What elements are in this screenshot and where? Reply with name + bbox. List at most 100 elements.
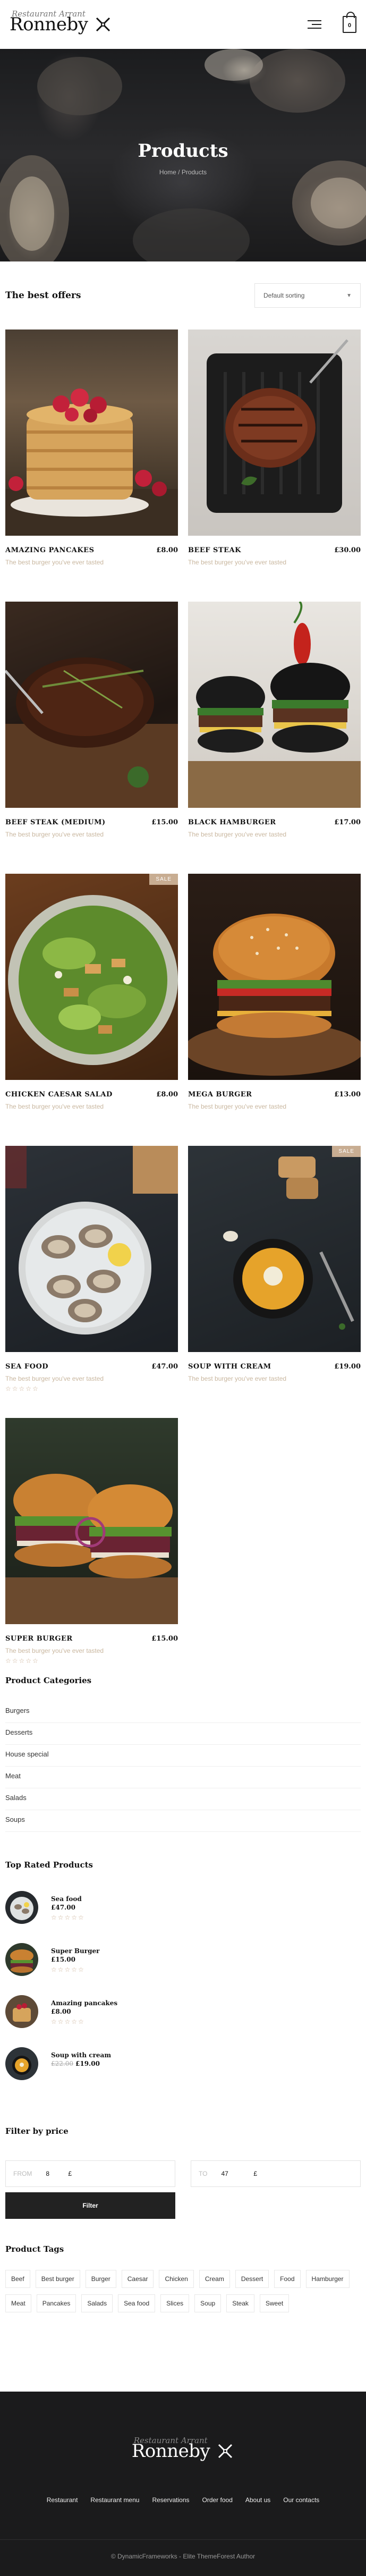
tag-item[interactable]: Salads xyxy=(81,2294,113,2312)
product-name[interactable]: Black hamburger xyxy=(188,818,276,826)
breadcrumb[interactable]: Home / Products xyxy=(0,168,366,176)
chevron-down-icon: ▼ xyxy=(346,292,352,299)
product-card: SALE Soup with cream £19.00 The best bur… xyxy=(188,1146,361,1418)
sort-select[interactable]: Default sorting ▼ xyxy=(254,283,361,308)
product-description: The best burger you've ever tasted xyxy=(188,831,287,838)
price-from-value: 8 xyxy=(46,2170,50,2177)
tag-item[interactable]: Chicken xyxy=(159,2270,194,2288)
product-image-super-burger[interactable] xyxy=(5,1418,178,1624)
product-card: Black hamburger £17.00 The best burger y… xyxy=(188,602,361,874)
product-name[interactable]: Super burger xyxy=(5,1635,73,1643)
category-item[interactable]: Salads xyxy=(5,1788,361,1810)
sale-badge: SALE xyxy=(149,874,178,885)
footer-link-restaurant[interactable]: Restaurant xyxy=(47,2496,78,2504)
filter-button[interactable]: Filter xyxy=(5,2192,175,2219)
tag-item[interactable]: Best burger xyxy=(35,2270,80,2288)
product-name[interactable]: Soup with cream xyxy=(188,1363,271,1371)
product-name[interactable]: Chicken Caesar salad xyxy=(5,1091,113,1099)
product-image-pancakes[interactable] xyxy=(5,330,178,536)
product-price: £13.00 xyxy=(334,1091,361,1099)
top-rated-name[interactable]: Super Burger xyxy=(51,1947,99,1955)
tag-item[interactable]: Pancakes xyxy=(36,2294,76,2312)
top-rated-thumb-soup[interactable] xyxy=(5,2047,38,2080)
product-description: The best burger you've ever tasted xyxy=(5,1103,104,1110)
product-image-beef-steak-medium[interactable] xyxy=(5,602,178,808)
tag-item[interactable]: Beef xyxy=(5,2270,30,2288)
tag-item[interactable]: Slices xyxy=(160,2294,190,2312)
product-card: Mega burger £13.00 The best burger you'v… xyxy=(188,874,361,1146)
product-rating: ☆☆☆☆☆ xyxy=(5,1385,39,1392)
product-price: £8.00 xyxy=(156,1091,178,1099)
product-image-caesar-salad[interactable]: SALE xyxy=(5,874,178,1080)
product-image-mega-burger[interactable] xyxy=(188,874,361,1080)
footer-logo[interactable]: Restaurant Arrant Ronneby xyxy=(0,2436,366,2462)
product-name[interactable]: Mega burger xyxy=(188,1091,252,1099)
price-to-field[interactable]: TO 47 £ xyxy=(191,2160,361,2187)
product-name[interactable]: Beef steak xyxy=(188,546,241,554)
brand-logo[interactable]: Restaurant Arrant Ronneby xyxy=(10,9,112,35)
tag-item[interactable]: Burger xyxy=(85,2270,116,2288)
page-title: Products xyxy=(138,140,228,162)
footer-link-restaurant-menu[interactable]: Restaurant menu xyxy=(90,2496,139,2504)
top-rated-name[interactable]: Amazing pancakes xyxy=(51,1999,117,2007)
price-filter-widget: Filter by price FROM 8 £ TO 47 £ Filter xyxy=(0,2126,366,2219)
tag-item[interactable]: Sweet xyxy=(259,2294,290,2312)
product-image-soup-with-cream[interactable]: SALE xyxy=(188,1146,361,1352)
footer-divider xyxy=(0,2539,366,2540)
tag-item[interactable]: Meat xyxy=(5,2294,31,2312)
cart-count: 0 xyxy=(347,22,352,29)
shopping-bag-icon[interactable]: 0 xyxy=(343,12,356,33)
top-rated-thumb-super-burger[interactable] xyxy=(5,1943,38,1976)
top-rated-widget: Top Rated Products Sea food £47.00 ☆☆☆☆☆… xyxy=(0,1860,366,2099)
top-rated-rating: ☆☆☆☆☆ xyxy=(51,2018,85,2025)
tag-item[interactable]: Food xyxy=(274,2270,301,2288)
category-item[interactable]: Meat xyxy=(5,1767,361,1788)
top-rated-name[interactable]: Sea food xyxy=(51,1895,85,1903)
top-rated-thumb-sea-food[interactable] xyxy=(5,1891,38,1924)
product-rating: ☆☆☆☆☆ xyxy=(5,1657,39,1665)
product-price: £17.00 xyxy=(334,818,361,826)
price-from-field[interactable]: FROM 8 £ xyxy=(5,2160,175,2187)
top-rated-price: £8.00 xyxy=(51,2008,71,2015)
top-rated-thumb-pancakes[interactable] xyxy=(5,1995,38,2028)
category-item[interactable]: House special xyxy=(5,1745,361,1767)
product-card: Beef steak £30.00 The best burger you've… xyxy=(188,330,361,602)
product-grid: Amazing pancakes £8.00 The best burger y… xyxy=(0,330,366,1690)
product-description: The best burger you've ever tasted xyxy=(5,1647,104,1654)
hamburger-menu-icon[interactable] xyxy=(308,18,321,31)
product-image-beef-steak[interactable] xyxy=(188,330,361,536)
product-name[interactable]: Sea food xyxy=(5,1363,48,1371)
footer-brand-script: Restaurant Arrant xyxy=(133,2436,208,2445)
product-name[interactable]: Amazing pancakes xyxy=(5,546,94,554)
product-tags-widget: Product Tags Beef Best burger Burger Cae… xyxy=(0,2244,366,2312)
sort-select-value: Default sorting xyxy=(263,292,305,299)
product-card: Sea food £47.00 The best burger you've e… xyxy=(5,1146,178,1418)
footer-link-about-us[interactable]: About us xyxy=(245,2496,270,2504)
crossed-utensils-icon xyxy=(218,2444,233,2459)
tag-item[interactable]: Dessert xyxy=(235,2270,269,2288)
tag-item[interactable]: Cream xyxy=(199,2270,230,2288)
copyright: © DynamicFrameworks - Elite ThemeForest … xyxy=(110,2553,256,2560)
price-to-label: TO xyxy=(199,2170,208,2177)
tag-item[interactable]: Steak xyxy=(226,2294,254,2312)
categories-widget: Product Categories Burgers Desserts Hous… xyxy=(0,1676,366,1832)
footer-link-reservations[interactable]: Reservations xyxy=(152,2496,189,2504)
top-rated-name[interactable]: Soup with cream xyxy=(51,2051,111,2059)
category-item[interactable]: Desserts xyxy=(5,1723,361,1745)
tag-item[interactable]: Sea food xyxy=(118,2294,156,2312)
product-name[interactable]: Beef steak (medium) xyxy=(5,818,106,826)
footer-link-our-contacts[interactable]: Our contacts xyxy=(283,2496,319,2504)
product-image-sea-food[interactable] xyxy=(5,1146,178,1352)
tag-item[interactable]: Hamburger xyxy=(305,2270,350,2288)
price-filter-title: Filter by price xyxy=(5,2126,69,2136)
hero-banner: Products Home / Products xyxy=(0,49,366,261)
category-item[interactable]: Burgers xyxy=(5,1701,361,1723)
categories-title: Product Categories xyxy=(5,1676,92,1685)
top-rated-rating: ☆☆☆☆☆ xyxy=(51,1914,85,1921)
top-rated-old-price: £22.00 xyxy=(51,2060,73,2067)
tag-item[interactable]: Soup xyxy=(194,2294,222,2312)
product-image-black-hamburger[interactable] xyxy=(188,602,361,808)
footer-link-order-food[interactable]: Order food xyxy=(202,2496,233,2504)
category-item[interactable]: Soups xyxy=(5,1810,361,1832)
tag-item[interactable]: Caesar xyxy=(121,2270,154,2288)
